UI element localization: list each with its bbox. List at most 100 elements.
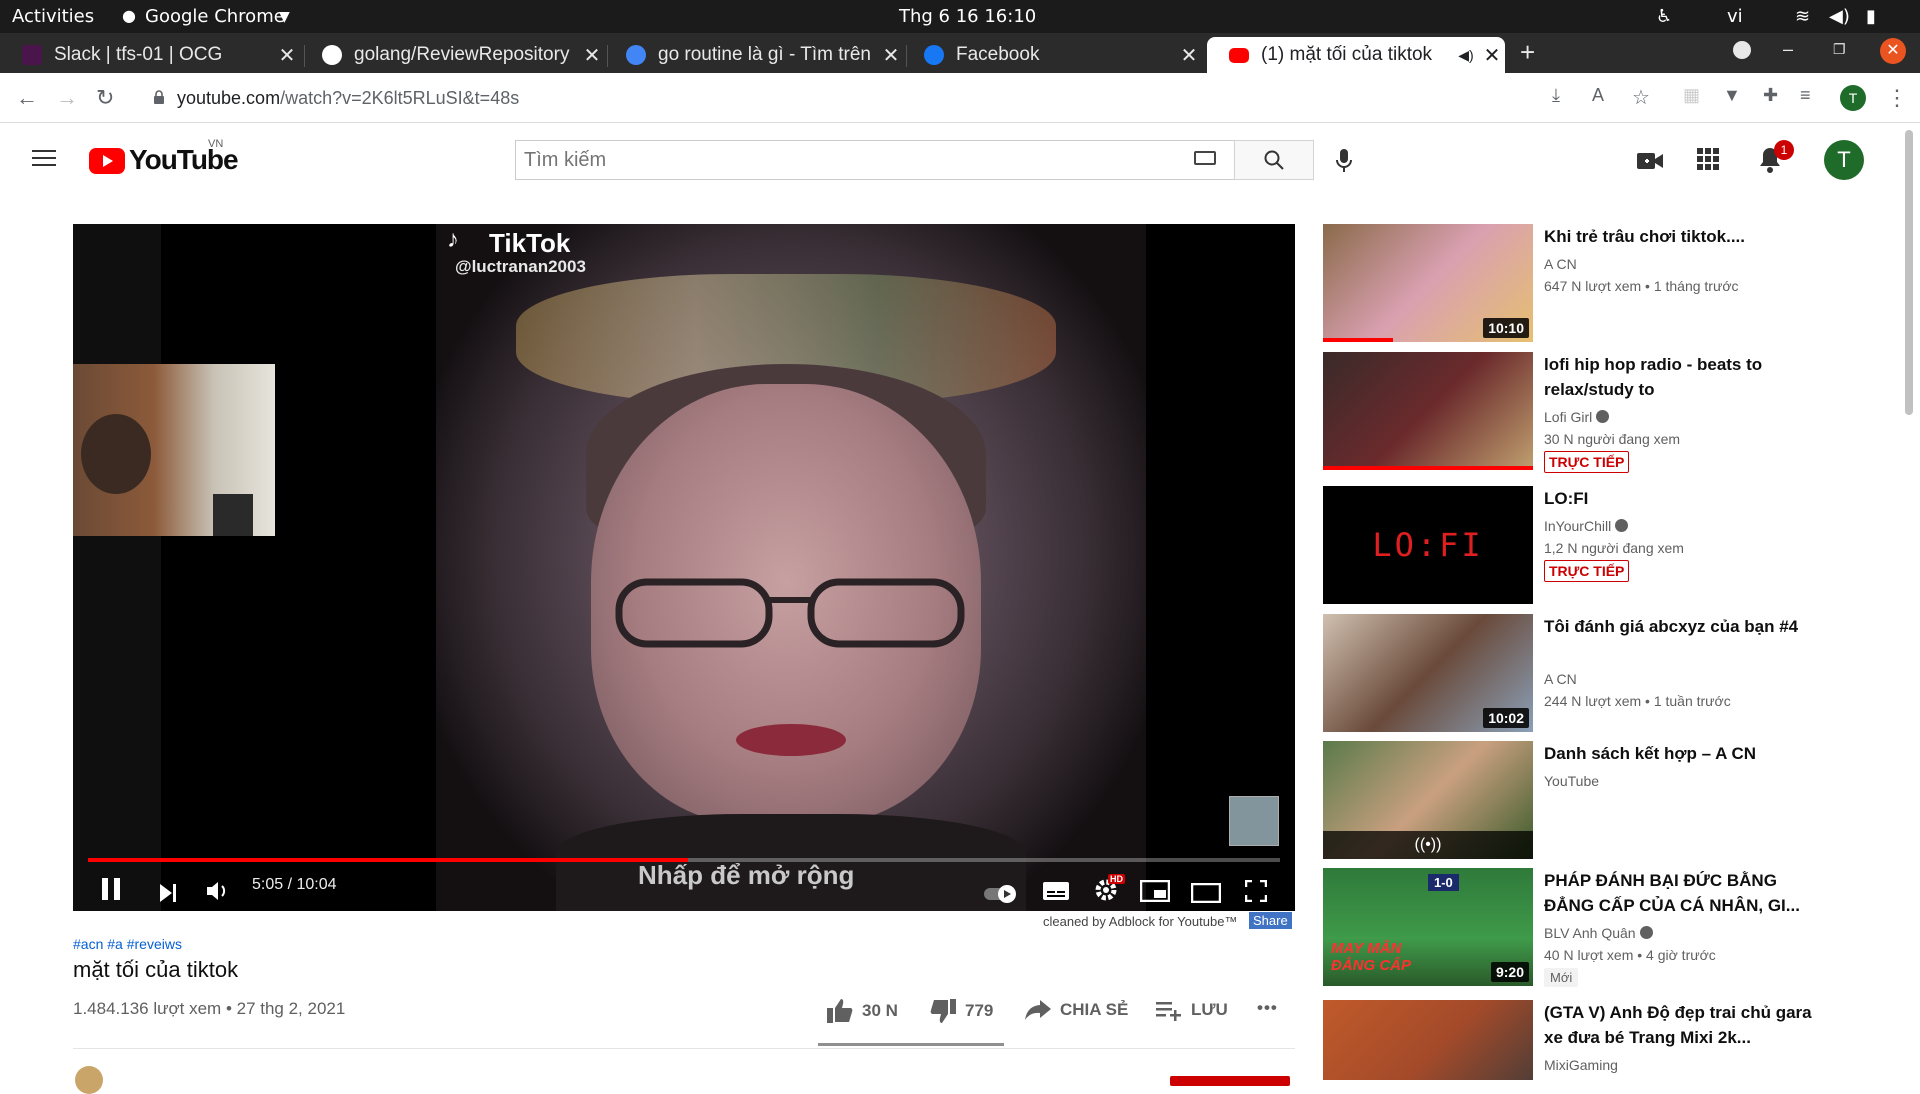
channel-watermark-icon[interactable] bbox=[1229, 796, 1279, 846]
save-button[interactable]: LƯU bbox=[1155, 998, 1228, 1022]
tab-youtube[interactable]: (1) mặt tối của tiktok ◀) ✕ bbox=[1207, 37, 1505, 73]
rec-channel[interactable]: A CN bbox=[1544, 256, 1577, 272]
clock[interactable]: Thg 6 16 16:10 bbox=[899, 6, 1036, 27]
tab-facebook[interactable]: Facebook ✕ bbox=[902, 37, 1202, 73]
rec-channel[interactable]: MixiGaming bbox=[1544, 1057, 1618, 1073]
score-overlay: 1-0 bbox=[1428, 874, 1459, 891]
volume-icon[interactable]: ◀) bbox=[1829, 6, 1850, 27]
rec-title[interactable]: PHÁP ĐÁNH BẠI ĐỨC BẰNG ĐẲNG CẤP CỦA CÁ N… bbox=[1544, 868, 1814, 918]
video-hashtags[interactable]: #acn #a #reveiws bbox=[73, 936, 182, 952]
recommendation-item[interactable]: 1-0 MAY MẮN ĐẲNG CẤP 9:20 PHÁP ĐÁNH BẠI … bbox=[1323, 868, 1883, 987]
input-language[interactable]: vi bbox=[1727, 6, 1743, 27]
app-menu[interactable]: Google Chrome bbox=[145, 6, 285, 27]
rec-title[interactable]: LO:FI bbox=[1544, 486, 1814, 511]
wifi-icon[interactable]: ≋ bbox=[1795, 6, 1810, 27]
hamburger-menu-icon[interactable] bbox=[32, 150, 56, 166]
share-button[interactable]: CHIA SẺ bbox=[1024, 998, 1128, 1022]
translate-icon[interactable]: A bbox=[1592, 85, 1604, 106]
rec-channel[interactable]: BLV Anh Quân bbox=[1544, 925, 1653, 941]
video-thumbnail[interactable]: ((•)) bbox=[1323, 741, 1533, 859]
address-bar[interactable]: youtube.com/watch?v=2K6lt5RLuSI&t=48s bbox=[145, 79, 1535, 117]
close-icon[interactable]: ✕ bbox=[1176, 43, 1202, 68]
video-thumbnail[interactable]: LO:FI bbox=[1323, 486, 1533, 604]
pause-icon[interactable] bbox=[100, 877, 122, 908]
verified-icon bbox=[1615, 519, 1629, 532]
close-icon[interactable]: ✕ bbox=[579, 43, 605, 68]
extension-icon[interactable]: ▦ bbox=[1683, 85, 1700, 106]
subtitles-icon[interactable] bbox=[1042, 878, 1070, 909]
rec-title[interactable]: Khi trẻ trâu chơi tiktok.... bbox=[1544, 224, 1814, 249]
like-count: 30 N bbox=[862, 1001, 898, 1020]
recommendation-item[interactable]: ((•)) Danh sách kết hợp – A CN YouTube bbox=[1323, 741, 1883, 859]
miniplayer-icon[interactable] bbox=[1139, 878, 1171, 909]
rec-meta: 244 N lượt xem • 1 tuần trước bbox=[1544, 693, 1731, 709]
video-player[interactable]: ♪ TikTok @luctranan2003 Nhấp để mở rộng … bbox=[73, 224, 1295, 911]
install-icon[interactable]: ⤓ bbox=[1552, 85, 1560, 106]
media-queue-icon[interactable]: ≡ bbox=[1800, 85, 1811, 106]
video-thumbnail[interactable]: 10:10 bbox=[1323, 224, 1533, 342]
youtube-logo-icon[interactable] bbox=[89, 148, 125, 174]
tab-slack[interactable]: Slack | tfs-01 | OCG ✕ bbox=[0, 37, 300, 73]
kebab-menu-icon[interactable]: ⋮ bbox=[1886, 85, 1908, 111]
rec-channel[interactable]: Lofi Girl bbox=[1544, 409, 1610, 425]
close-icon[interactable]: ✕ bbox=[274, 43, 300, 68]
restore-icon[interactable]: ❐ bbox=[1833, 41, 1846, 58]
theater-mode-icon[interactable] bbox=[1190, 879, 1222, 910]
puzzle-icon[interactable]: ✚ bbox=[1763, 85, 1778, 106]
fullscreen-icon[interactable] bbox=[1244, 878, 1268, 909]
rec-title[interactable]: Tôi đánh giá abcxyz của bạn #4 bbox=[1544, 614, 1814, 639]
speaker-icon[interactable]: ◀) bbox=[1453, 47, 1479, 64]
forward-icon[interactable]: → bbox=[56, 85, 78, 111]
volume-icon[interactable] bbox=[206, 878, 230, 909]
channel-avatar[interactable] bbox=[75, 1066, 103, 1094]
dislike-button[interactable]: 779 bbox=[929, 998, 993, 1024]
adblock-share-button[interactable]: Share bbox=[1249, 912, 1292, 929]
more-actions-button[interactable]: ••• bbox=[1257, 998, 1278, 1018]
reload-icon[interactable]: ↻ bbox=[96, 85, 114, 111]
video-thumbnail[interactable] bbox=[1323, 1000, 1533, 1080]
recommendation-item[interactable]: lofi hip hop radio - beats to relax/stud… bbox=[1323, 352, 1883, 473]
rec-title[interactable]: (GTA V) Anh Độ đẹp trai chủ gara xe đưa … bbox=[1544, 1000, 1814, 1050]
recommendation-item[interactable]: 10:10 Khi trẻ trâu chơi tiktok.... A CN … bbox=[1323, 224, 1883, 342]
microphone-icon[interactable] bbox=[1335, 148, 1353, 179]
recommendation-item[interactable]: LO:FI LO:FI InYourChill 1,2 N người đang… bbox=[1323, 486, 1883, 604]
next-icon[interactable] bbox=[158, 879, 178, 910]
video-thumbnail[interactable] bbox=[1323, 352, 1533, 470]
activities-button[interactable]: Activities bbox=[12, 6, 94, 27]
rec-channel[interactable]: A CN bbox=[1544, 671, 1577, 687]
rec-channel-name: Lofi Girl bbox=[1544, 409, 1593, 425]
create-video-icon[interactable] bbox=[1637, 151, 1663, 176]
new-tab-button[interactable]: + bbox=[1520, 37, 1535, 68]
search-input[interactable] bbox=[524, 147, 1084, 173]
account-avatar[interactable]: T bbox=[1824, 140, 1864, 180]
video-thumbnail[interactable]: 1-0 MAY MẮN ĐẲNG CẤP 9:20 bbox=[1323, 868, 1533, 986]
tab-search-icon[interactable] bbox=[1733, 41, 1751, 59]
accessibility-icon[interactable]: ♿ bbox=[1656, 6, 1672, 27]
rec-channel[interactable]: YouTube bbox=[1544, 773, 1599, 789]
minimize-icon[interactable]: – bbox=[1783, 39, 1793, 60]
battery-icon[interactable]: ▮ bbox=[1866, 6, 1876, 27]
rec-title[interactable]: Danh sách kết hợp – A CN bbox=[1544, 741, 1814, 766]
search-button[interactable] bbox=[1234, 140, 1314, 180]
recommendation-item[interactable]: (GTA V) Anh Độ đẹp trai chủ gara xe đưa … bbox=[1323, 1000, 1883, 1080]
keyboard-icon[interactable] bbox=[1194, 151, 1216, 165]
close-icon[interactable]: ✕ bbox=[1479, 43, 1505, 68]
autoplay-toggle[interactable] bbox=[983, 880, 1019, 911]
back-icon[interactable]: ← bbox=[16, 85, 38, 111]
apps-grid-icon[interactable] bbox=[1697, 148, 1719, 175]
recommendation-item[interactable]: 10:02 Tôi đánh giá abcxyz của bạn #4 A C… bbox=[1323, 614, 1883, 732]
like-button[interactable]: 30 N bbox=[826, 998, 898, 1024]
tab-google[interactable]: go routine là gì - Tìm trên ✕ bbox=[604, 37, 904, 73]
subscribe-button[interactable] bbox=[1170, 1076, 1290, 1086]
video-thumbnail[interactable]: 10:02 bbox=[1323, 614, 1533, 732]
window-close-icon[interactable]: ✕ bbox=[1880, 38, 1906, 64]
rec-title[interactable]: lofi hip hop radio - beats to relax/stud… bbox=[1544, 352, 1814, 402]
star-icon[interactable]: ☆ bbox=[1632, 85, 1650, 110]
page-scrollbar[interactable] bbox=[1905, 130, 1913, 415]
rec-channel[interactable]: InYourChill bbox=[1544, 518, 1629, 534]
tab-github[interactable]: golang/ReviewRepository ✕ bbox=[300, 37, 605, 73]
add-to-playlist-icon bbox=[1156, 1002, 1181, 1021]
close-icon[interactable]: ✕ bbox=[878, 43, 904, 68]
vue-extension-icon[interactable]: ▼ bbox=[1723, 85, 1741, 106]
profile-avatar[interactable]: T bbox=[1840, 85, 1866, 111]
